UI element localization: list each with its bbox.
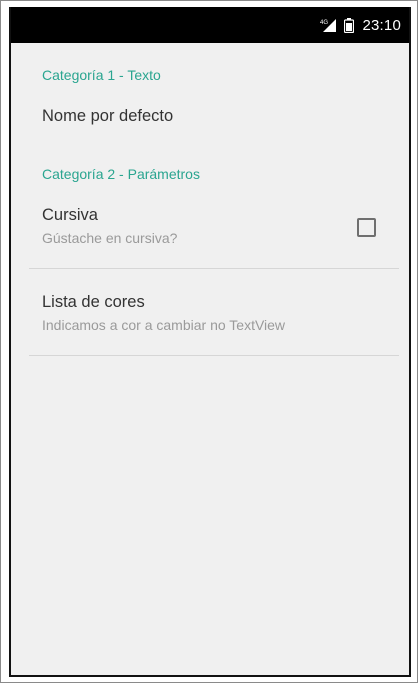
pref-lista-title: Lista de cores	[42, 293, 145, 311]
battery-icon	[344, 17, 355, 33]
screenshot-frame: 4G 23:10 Categoría 1 - Texto Nome por de…	[0, 0, 418, 683]
signal-icon: 4G	[320, 18, 337, 32]
pref-cursiva[interactable]: Cursiva Gústache en cursiva?	[11, 182, 409, 268]
pref-nome-por-defecto[interactable]: Nome por defecto	[11, 83, 409, 126]
category-texto-header: Categoría 1 - Texto	[42, 67, 161, 83]
pref-cursiva-summary: Gústache en cursiva?	[42, 230, 178, 246]
divider	[29, 355, 399, 356]
pref-cursiva-title: Cursiva	[42, 206, 98, 224]
cursiva-checkbox[interactable]	[357, 218, 376, 237]
pref-nome-title: Nome por defecto	[42, 107, 174, 125]
phone-screen: 4G 23:10 Categoría 1 - Texto Nome por de…	[9, 7, 411, 677]
category-parametros-header: Categoría 2 - Parámetros	[42, 166, 200, 182]
pref-lista-de-cores[interactable]: Lista de cores Indicamos a cor a cambiar…	[11, 269, 409, 355]
status-bar: 4G 23:10	[11, 7, 409, 43]
status-clock: 23:10	[362, 16, 401, 34]
pref-lista-summary: Indicamos a cor a cambiar no TextView	[42, 317, 286, 333]
svg-text:4G: 4G	[320, 20, 328, 26]
preferences-list: Categoría 1 - Texto Nome por defecto Cat…	[11, 43, 409, 356]
